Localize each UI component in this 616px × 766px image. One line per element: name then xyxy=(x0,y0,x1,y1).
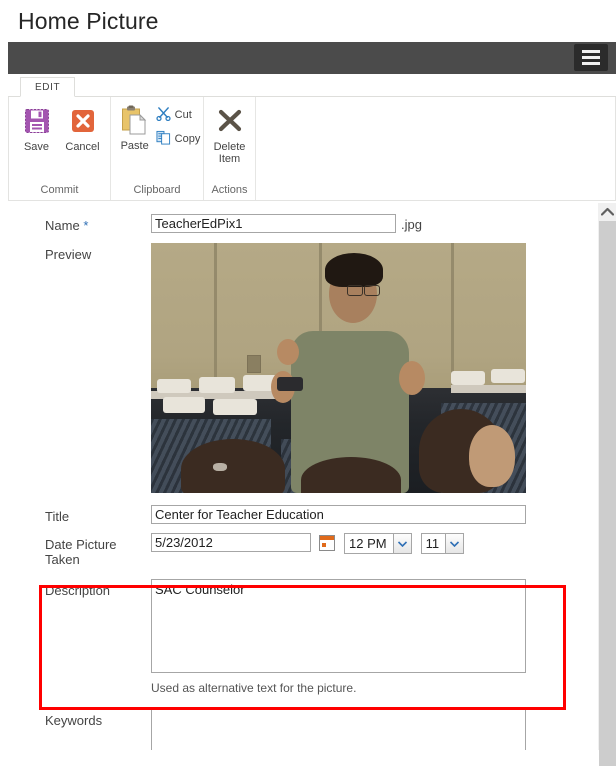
minute-select[interactable]: 11 xyxy=(420,533,465,554)
title-label: Title xyxy=(45,509,70,524)
copy-pages-icon xyxy=(156,130,171,148)
field-row-date-picture-taken: Date Picture Taken 12 PM 11 xyxy=(9,524,586,567)
scroll-up-button[interactable] xyxy=(598,203,616,220)
scrollbar-thumb[interactable] xyxy=(599,221,616,766)
ribbon-tab-strip: EDIT xyxy=(8,74,616,97)
ribbon-group-clipboard: Paste Cut Copy Clipboard xyxy=(111,97,204,200)
ribbon-group-label-commit: Commit xyxy=(40,184,79,196)
vertical-scrollbar[interactable] xyxy=(597,203,616,766)
form-area: Name * .jpg Preview xyxy=(8,203,616,766)
ribbon-group-label-actions: Actions xyxy=(211,184,248,196)
description-label: Description xyxy=(45,583,111,598)
copy-button[interactable]: Copy xyxy=(156,129,201,149)
chevron-down-icon xyxy=(392,534,411,553)
date-picture-taken-input[interactable] xyxy=(151,533,311,552)
preview-image xyxy=(151,243,526,493)
preview-label: Preview xyxy=(45,247,92,262)
name-extension: .jpg xyxy=(401,217,422,232)
cut-label: Cut xyxy=(174,109,192,121)
description-hint: Used as alternative text for the picture… xyxy=(151,681,357,695)
description-textarea[interactable] xyxy=(151,579,526,673)
ribbon-filler xyxy=(256,97,615,200)
cancel-button[interactable]: Cancel xyxy=(60,104,106,153)
ribbon-content: Save Cancel Commit Paste Cut Copy Clipbo… xyxy=(8,97,616,201)
tab-edit[interactable]: EDIT xyxy=(20,77,76,97)
keywords-label: Keywords xyxy=(45,713,103,728)
field-row-title: Title xyxy=(9,493,586,524)
hamburger-line xyxy=(582,56,600,59)
suite-bar xyxy=(8,42,616,74)
hamburger-line xyxy=(582,62,600,65)
scissors-icon xyxy=(156,106,171,124)
required-marker: * xyxy=(83,218,89,233)
ribbon-group-commit: Save Cancel Commit xyxy=(9,97,111,200)
delete-item-label: Delete Item xyxy=(213,141,246,165)
delete-x-icon xyxy=(216,104,244,138)
cut-button[interactable]: Cut xyxy=(156,105,201,125)
paste-label: Paste xyxy=(120,140,149,152)
chevron-down-icon xyxy=(445,534,464,553)
chevron-up-icon xyxy=(600,203,614,221)
ribbon-group-actions: Delete Item Actions xyxy=(204,97,256,200)
date-picture-taken-label: Date Picture Taken xyxy=(45,537,117,567)
name-input[interactable] xyxy=(151,214,396,233)
title-input[interactable] xyxy=(151,505,526,524)
page-title: Home Picture xyxy=(18,7,159,34)
field-row-preview: Preview xyxy=(9,233,586,493)
paste-button[interactable]: Paste xyxy=(114,103,156,152)
field-row-description: Description Used as alternative text for… xyxy=(9,567,586,695)
cancel-x-icon xyxy=(70,104,96,138)
form-rows: Name * .jpg Preview xyxy=(9,203,586,750)
save-button[interactable]: Save xyxy=(14,104,60,153)
save-floppy-icon xyxy=(24,104,50,138)
paste-clipboard-icon xyxy=(121,103,149,137)
hamburger-menu-icon[interactable] xyxy=(574,44,608,71)
hamburger-line xyxy=(582,50,600,53)
hour-select[interactable]: 12 PM xyxy=(344,533,412,554)
copy-label: Copy xyxy=(174,133,201,145)
cancel-label: Cancel xyxy=(65,141,100,153)
delete-item-button[interactable]: Delete Item xyxy=(207,104,253,165)
keywords-textarea[interactable] xyxy=(151,709,526,750)
field-row-keywords: Keywords xyxy=(9,695,586,750)
ribbon: EDIT Save Cancel Commit Paste Cut Copy C… xyxy=(8,74,616,201)
page-title-bar: Home Picture xyxy=(0,0,616,42)
calendar-icon[interactable] xyxy=(319,535,335,551)
hour-select-value: 12 PM xyxy=(349,536,387,551)
minute-select-value: 11 xyxy=(425,536,440,551)
name-label: Name * xyxy=(45,218,89,233)
save-label: Save xyxy=(23,141,50,153)
ribbon-group-label-clipboard: Clipboard xyxy=(133,184,181,196)
field-row-name: Name * .jpg xyxy=(9,203,586,233)
